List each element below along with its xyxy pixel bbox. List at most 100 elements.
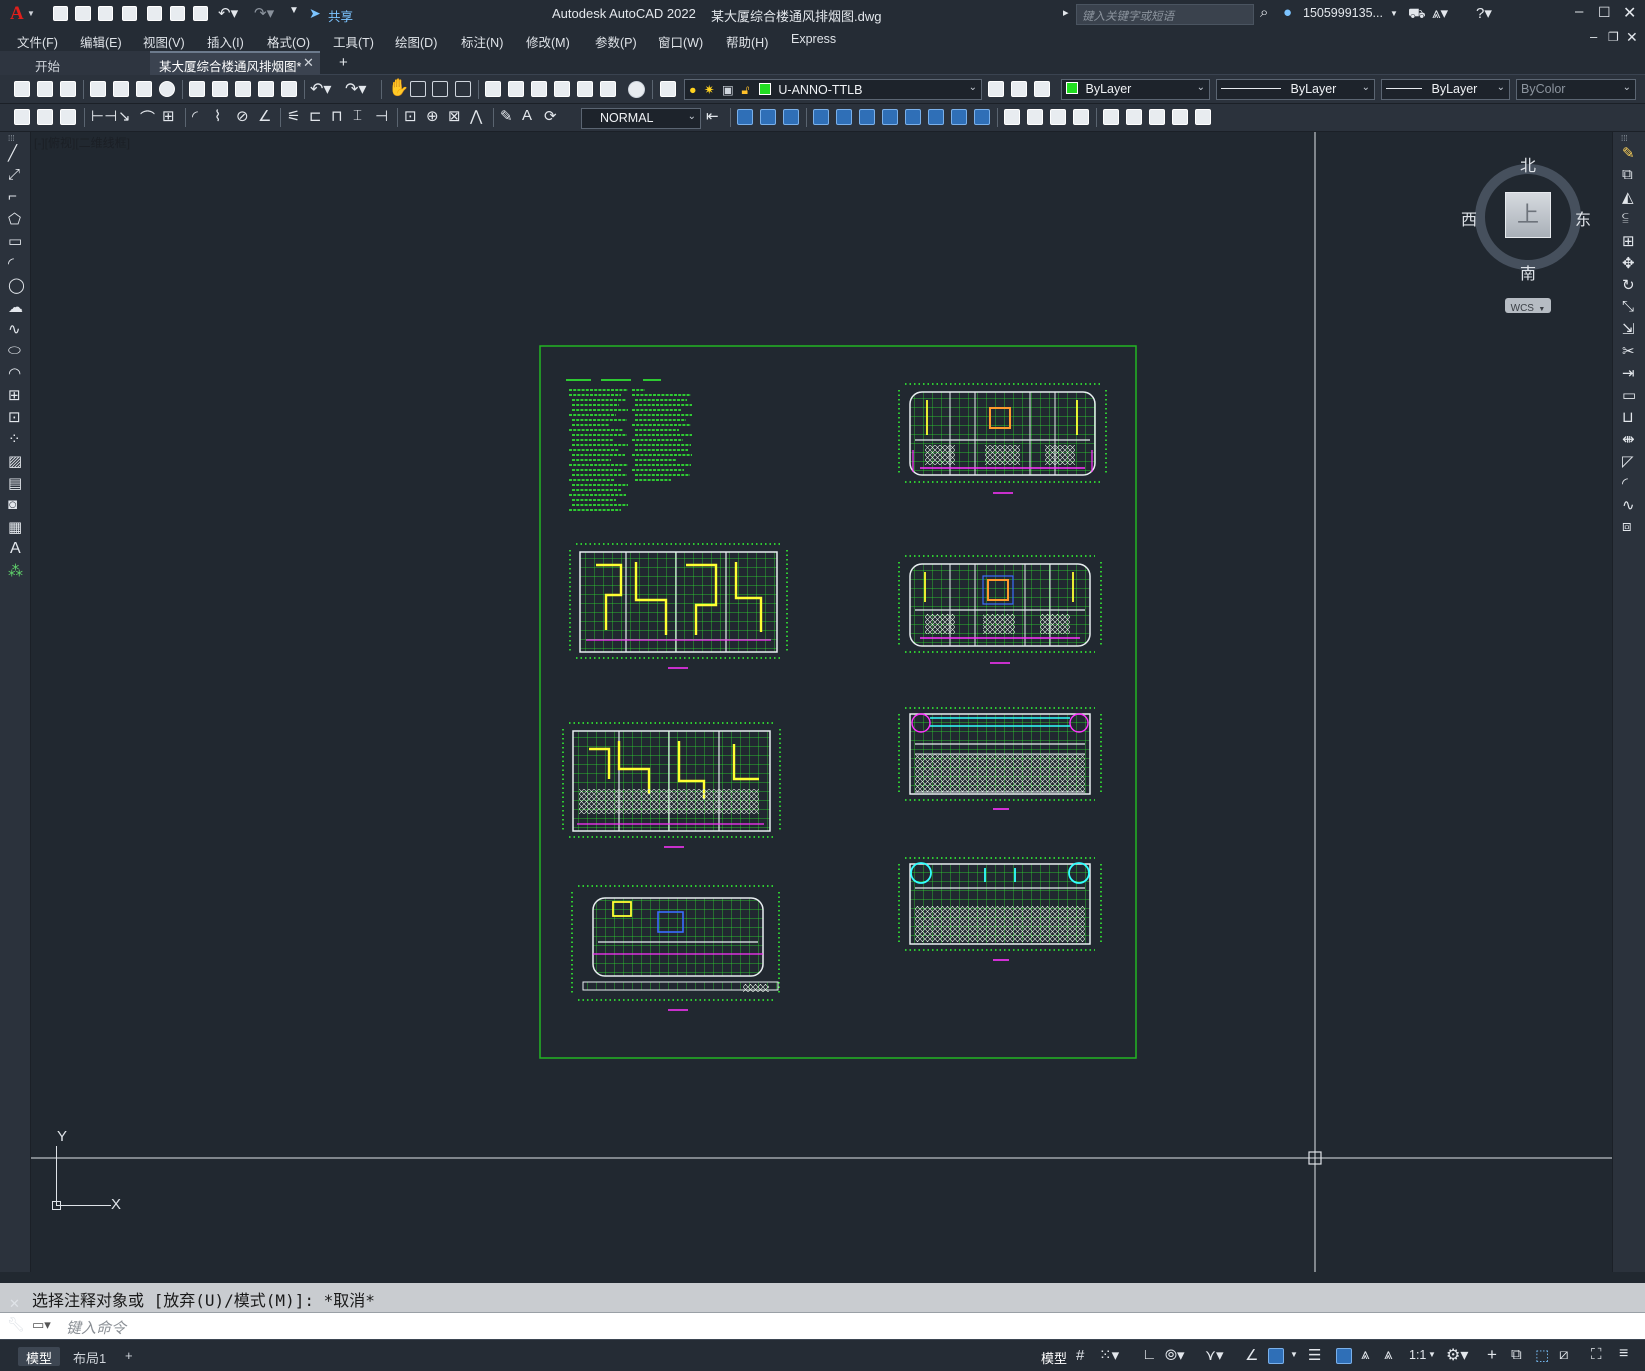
annotation-visibility-icon[interactable] bbox=[1336, 1348, 1352, 1364]
trim-icon[interactable]: ✂ bbox=[1622, 342, 1635, 360]
viewport-controls-label[interactable]: [-][俯视][二维线框] bbox=[34, 134, 130, 151]
line-icon[interactable]: ╱ bbox=[8, 144, 17, 162]
ellipse-arc-icon[interactable]: ◠ bbox=[8, 364, 21, 382]
linear-dim-icon[interactable]: ⊢⊣ bbox=[91, 107, 117, 125]
lineweight-dropdown[interactable]: ByLayer ⌄ bbox=[1381, 79, 1510, 100]
linetype-dropdown[interactable]: ByLayer ⌄ bbox=[1216, 79, 1375, 100]
redo-icon[interactable]: ↷▾ bbox=[345, 79, 366, 99]
hardware-acceleration-icon[interactable]: ⬚ bbox=[1535, 1346, 1549, 1364]
workspace-gear-icon[interactable]: ⚙▾ bbox=[1446, 1345, 1468, 1365]
rotate-faces-icon[interactable] bbox=[905, 109, 921, 125]
help-icon[interactable]: ?▾ bbox=[1476, 4, 1492, 22]
cart-icon[interactable]: ⛟ bbox=[1408, 5, 1426, 24]
plot-icon[interactable] bbox=[193, 6, 208, 21]
jogged-dim-icon[interactable]: ⌇ bbox=[214, 107, 221, 125]
arc-icon[interactable]: ◜ bbox=[8, 254, 14, 272]
annotation-scale-value[interactable]: 1:1 bbox=[1409, 1348, 1426, 1362]
tab-layout1[interactable]: 布局1 bbox=[65, 1347, 114, 1366]
array-icon[interactable]: ⊞ bbox=[1622, 232, 1635, 250]
extrude-faces-icon[interactable] bbox=[813, 109, 829, 125]
arc-dim-icon[interactable]: ⌒ bbox=[140, 107, 155, 128]
markup-icon[interactable] bbox=[577, 81, 593, 97]
publish-icon[interactable] bbox=[147, 6, 162, 21]
solid-intersect-icon[interactable] bbox=[783, 109, 799, 125]
user-name[interactable]: 1505999135... bbox=[1303, 6, 1383, 20]
app-menu-button[interactable]: A ▼ bbox=[6, 3, 36, 25]
copy-icon[interactable] bbox=[212, 81, 228, 97]
undo-icon[interactable]: ↶▾ bbox=[218, 4, 238, 22]
offset-icon[interactable]: ⫅ bbox=[1622, 210, 1629, 227]
user-icon[interactable]: ● bbox=[1283, 4, 1292, 21]
drawing-canvas[interactable]: [-][俯视][二维线框] 上 北 南 西 东 WCS ▼ Y X bbox=[31, 132, 1612, 1272]
export-icon[interactable] bbox=[170, 6, 185, 21]
fillet-icon[interactable]: ◜ bbox=[1622, 474, 1628, 492]
match-properties-icon[interactable] bbox=[258, 81, 274, 97]
viewcube[interactable]: 上 北 南 西 东 WCS ▼ bbox=[1461, 152, 1591, 314]
color-dropdown[interactable]: ByLayer ⌄ bbox=[1061, 79, 1210, 100]
menu-express[interactable]: Express bbox=[791, 32, 836, 46]
close-button[interactable]: ✕ bbox=[1623, 3, 1636, 23]
viewcube-face-top[interactable]: 上 bbox=[1505, 192, 1551, 238]
quick-dim-icon[interactable]: ⚟ bbox=[287, 107, 300, 125]
save-icon[interactable] bbox=[60, 81, 76, 97]
slice-icon[interactable] bbox=[1126, 109, 1142, 125]
space-dim-icon[interactable]: ⌶ bbox=[353, 107, 362, 124]
cut-icon[interactable] bbox=[189, 81, 205, 97]
plot-preview-icon[interactable] bbox=[113, 81, 129, 97]
layer-previous-icon[interactable] bbox=[1011, 81, 1027, 97]
revcloud-icon[interactable]: ☁ bbox=[8, 298, 23, 316]
tool-palettes-icon[interactable] bbox=[531, 81, 547, 97]
jogged-linear-icon[interactable]: ⋀ bbox=[470, 107, 482, 125]
tab-model[interactable]: 模型 bbox=[18, 1347, 61, 1366]
continue-dim-icon[interactable]: ⊓ bbox=[331, 107, 343, 125]
polar-icon[interactable]: ⦾▾ bbox=[1165, 1346, 1185, 1364]
units-icon[interactable]: ⧄ bbox=[1559, 1346, 1569, 1363]
menu-file[interactable]: 文件(F) bbox=[17, 32, 58, 51]
isolate-objects-icon[interactable]: ⧉ bbox=[1511, 1346, 1522, 1363]
dim-style-icon[interactable] bbox=[37, 109, 53, 125]
wcs-menu-button[interactable]: WCS ▼ bbox=[1505, 298, 1551, 314]
layer-state-icon[interactable] bbox=[1034, 81, 1050, 97]
sheet-set-icon[interactable] bbox=[554, 81, 570, 97]
command-input[interactable]: ▭▾ 键入命令 bbox=[0, 1312, 1645, 1339]
aligned-dim-icon[interactable]: ↘ bbox=[118, 107, 131, 125]
command-close-icon[interactable]: ✕ bbox=[9, 1296, 20, 1312]
snap-icon[interactable]: ⁙▾ bbox=[1099, 1346, 1119, 1364]
close-icon[interactable]: ✕ bbox=[303, 55, 314, 71]
ortho-icon[interactable]: ∟ bbox=[1142, 1346, 1157, 1363]
dim-override-icon[interactable]: ⇤ bbox=[706, 107, 719, 125]
grid-icon[interactable]: # bbox=[1076, 1347, 1084, 1364]
zoom-realtime-icon[interactable] bbox=[410, 81, 426, 97]
web-icon[interactable] bbox=[159, 81, 175, 97]
spline-icon[interactable]: ∿ bbox=[8, 320, 21, 338]
new-icon[interactable] bbox=[53, 6, 68, 21]
calculator-icon[interactable] bbox=[600, 81, 616, 97]
new-icon[interactable] bbox=[14, 81, 30, 97]
taper-faces-icon[interactable] bbox=[928, 109, 944, 125]
search-icon[interactable]: ⌕ bbox=[1260, 4, 1268, 21]
menu-draw[interactable]: 绘图(D) bbox=[395, 32, 437, 51]
stretch-icon[interactable]: ⇲ bbox=[1622, 320, 1635, 338]
inspect-icon[interactable]: ⊠ bbox=[448, 107, 461, 125]
paste-icon[interactable] bbox=[235, 81, 251, 97]
region-icon[interactable]: ◙ bbox=[8, 496, 17, 513]
customization-menu-icon[interactable]: ≡ bbox=[1619, 1345, 1628, 1363]
save-icon[interactable] bbox=[98, 6, 113, 21]
break-icon[interactable]: ⊔ bbox=[1622, 408, 1634, 426]
insert-block-icon[interactable]: ⊞ bbox=[8, 386, 21, 404]
menu-help[interactable]: 帮助(H) bbox=[726, 32, 768, 51]
construction-line-icon[interactable]: ⤢ bbox=[8, 166, 20, 183]
dim-update-icon[interactable]: ⟳ bbox=[544, 107, 557, 125]
table-icon[interactable]: ▦ bbox=[8, 518, 22, 536]
compass-east[interactable]: 东 bbox=[1575, 206, 1591, 230]
copy-faces-icon[interactable] bbox=[951, 109, 967, 125]
hatch-icon[interactable]: ▨ bbox=[8, 452, 22, 470]
menu-window[interactable]: 窗口(W) bbox=[658, 32, 703, 51]
model-space-button[interactable]: 模型 bbox=[1033, 1347, 1075, 1366]
break-dim-icon[interactable]: ⊣ bbox=[375, 107, 388, 125]
radius-dim-icon[interactable]: ◜ bbox=[192, 107, 198, 125]
table-style-icon[interactable] bbox=[60, 109, 76, 125]
open-icon[interactable] bbox=[75, 6, 91, 21]
properties-icon[interactable] bbox=[485, 81, 501, 97]
autodesk-account-icon[interactable]: ⩓▾ bbox=[1432, 4, 1448, 22]
